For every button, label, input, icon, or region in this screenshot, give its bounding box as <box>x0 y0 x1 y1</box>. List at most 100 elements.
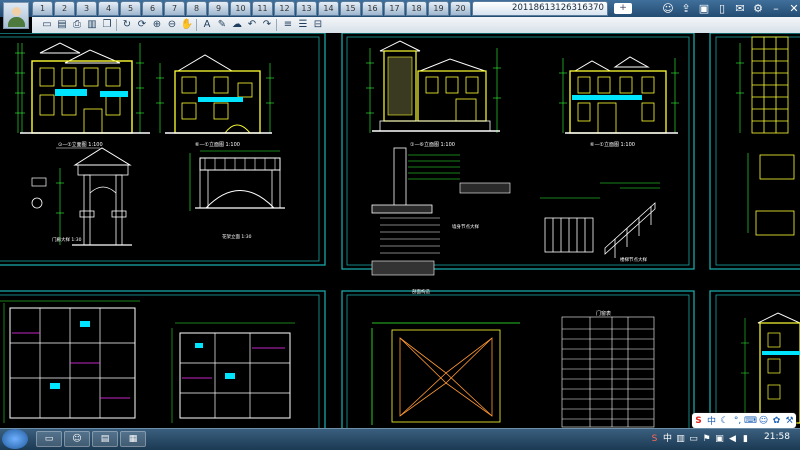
tab-document-5[interactable]: 5 <box>120 1 141 16</box>
taskbar: ▭ ☺ ▤ ▦ S 中 ▥ ▭ ⚑ ▣ ◀ ▮ 21:58 <box>0 428 800 450</box>
tab-active-label: 20118613126316370​76.dwg* <box>512 3 604 13</box>
elevation-strip <box>751 36 795 236</box>
door-window-table <box>561 316 655 428</box>
pan-icon[interactable]: ✋ <box>180 18 194 31</box>
drawing-title-10: 门窗表 <box>596 310 611 317</box>
avatar-head-icon <box>12 7 21 16</box>
tab-document-16[interactable]: 16 <box>362 1 383 16</box>
share-icon[interactable]: ⇪ <box>678 1 694 16</box>
tab-document-11[interactable]: 11 <box>252 1 273 16</box>
tab-document-8[interactable]: 8 <box>186 1 207 16</box>
drawing-canvas[interactable]: ⊙—①立面图 1:100 ⑥—①立面图 1:100 ①—⑥立面图 1:100 ⑥… <box>0 33 800 428</box>
tab-document-15[interactable]: 15 <box>340 1 361 16</box>
tab-document-17[interactable]: 17 <box>384 1 405 16</box>
new-tab-button[interactable]: + <box>614 3 632 14</box>
tab-document-2[interactable]: 2 <box>54 1 75 16</box>
rotate-icon[interactable]: ↻ <box>120 18 134 31</box>
zoom-in-icon[interactable]: ⊕ <box>150 18 164 31</box>
zoom-out-icon[interactable]: ⊖ <box>165 18 179 31</box>
layer-stack-icon[interactable]: ☰ <box>296 18 310 31</box>
print-preview-icon[interactable]: ▥ <box>85 18 99 31</box>
save-icon[interactable]: ▤ <box>55 18 69 31</box>
taskbar-clock[interactable]: 21:58 <box>764 432 790 442</box>
drawing-title-3: ①—⑥立面图 1:100 <box>410 141 455 148</box>
tab-document-4[interactable]: 4 <box>98 1 119 16</box>
monitor-icon[interactable]: ▭ <box>687 432 700 446</box>
system-tray: S 中 ▥ ▭ ⚑ ▣ ◀ ▮ <box>648 432 752 446</box>
print-icon[interactable]: ⎙ <box>70 18 84 31</box>
tab-document-3[interactable]: 3 <box>76 1 97 16</box>
taskbar-avatar-app-button[interactable]: ☺ <box>64 431 90 447</box>
taskbar-explorer-button[interactable]: ▭ <box>36 431 62 447</box>
taskbar-paint-button[interactable]: ▦ <box>120 431 146 447</box>
tab-document-10[interactable]: 10 <box>230 1 251 16</box>
flag-icon[interactable]: ⚑ <box>700 432 713 446</box>
skin-icon[interactable]: ✿ <box>770 416 783 426</box>
sheet-frame-3 <box>709 33 800 270</box>
avatar-body-icon <box>8 17 25 27</box>
folder-icon[interactable]: ▣ <box>696 1 712 16</box>
moon-icon[interactable]: ☾ <box>718 416 731 426</box>
cloud-icon[interactable]: ☁ <box>230 18 244 31</box>
sogou-tray-icon[interactable]: S <box>648 432 661 446</box>
measure-icon[interactable]: ⊟ <box>311 18 325 31</box>
close-icon[interactable]: ✕ <box>786 1 800 16</box>
battery-icon[interactable]: ▮ <box>739 432 752 446</box>
drawing-title-9: 剖面构造 <box>412 288 430 295</box>
porch-detail: 门廊大样 1:30 <box>31 147 132 246</box>
tab-document-20[interactable]: 20 <box>450 1 471 16</box>
ime-toolbar[interactable]: S 中 ☾ °, ⌨ ☺ ✿ ⚒ <box>692 413 796 428</box>
chat-icon[interactable]: ✉ <box>732 1 748 16</box>
drawing-title-2: ⑥—①立面图 1:100 <box>195 141 240 148</box>
sheet-frame-5 <box>341 290 695 428</box>
pergola-elevation: 花架立面 1:30 <box>189 150 285 240</box>
tab-active-file[interactable]: 20118613126316370​76.dwg* <box>472 1 608 16</box>
undo-icon[interactable]: ↶ <box>245 18 259 31</box>
document-tabs: 12345678910111213141516171819202122 <box>32 1 516 16</box>
drawing-title-6: 花架立面 1:30 <box>222 233 252 240</box>
ime-tray-icon[interactable]: 中 <box>661 432 674 446</box>
elevation-3: ①—⑥立面图 1:100 <box>366 40 501 148</box>
phone-icon[interactable]: ▯ <box>714 1 730 16</box>
elevation-1: ⊙—①立面图 1:100 <box>15 42 150 149</box>
floor-plan-1 <box>0 300 140 423</box>
tab-document-1[interactable]: 1 <box>32 1 53 16</box>
tab-document-14[interactable]: 14 <box>318 1 339 16</box>
start-button[interactable] <box>2 429 28 449</box>
redo-icon[interactable]: ↷ <box>260 18 274 31</box>
text-icon[interactable]: A <box>200 18 214 31</box>
sogou-icon[interactable]: S <box>692 416 705 426</box>
tab-document-18[interactable]: 18 <box>406 1 427 16</box>
toolbar: ▭ ▤ ⎙ ▥ ❐ ↻ ⟳ ⊕ ⊖ ✋ A ✎ ☁ ↶ ↷ ≡ ☰ ⊟ <box>32 17 800 34</box>
refresh-icon[interactable]: ⟳ <box>135 18 149 31</box>
open-icon[interactable]: ▭ <box>40 18 54 31</box>
ime-mode-label[interactable]: 中 <box>705 414 718 427</box>
tab-document-7[interactable]: 7 <box>164 1 185 16</box>
elevation-2: ⑥—①立面图 1:100 <box>156 54 274 148</box>
network-tray-icon[interactable]: ▣ <box>713 432 726 446</box>
tab-document-13[interactable]: 13 <box>296 1 317 16</box>
volume-icon[interactable]: ◀ <box>726 432 739 446</box>
minimize-icon[interactable]: – <box>768 1 784 16</box>
cad-drawing: ⊙—①立面图 1:100 ⑥—①立面图 1:100 ①—⑥立面图 1:100 ⑥… <box>0 33 800 428</box>
drawing-title-8: 楼梯节点大样 <box>620 256 647 263</box>
tab-document-19[interactable]: 19 <box>428 1 449 16</box>
tab-document-12[interactable]: 12 <box>274 1 295 16</box>
people-icon[interactable]: ☺ <box>660 1 676 16</box>
punctuation-icon[interactable]: °, <box>731 416 744 426</box>
elevation-4: ⑥—①立面图 1:100 <box>559 56 679 148</box>
pen-icon[interactable]: ✎ <box>215 18 229 31</box>
user-icon[interactable]: ☺ <box>757 416 770 426</box>
copy-icon[interactable]: ❐ <box>100 18 114 31</box>
tools-icon[interactable]: ⚒ <box>783 416 796 426</box>
tab-document-6[interactable]: 6 <box>142 1 163 16</box>
taskbar-books-button[interactable]: ▤ <box>92 431 118 447</box>
settings-icon[interactable]: ⚙ <box>750 1 766 16</box>
user-avatar[interactable] <box>3 2 29 29</box>
keyboard-icon[interactable]: ⌨ <box>744 416 757 426</box>
tab-document-9[interactable]: 9 <box>208 1 229 16</box>
floor-plan-2 <box>171 322 295 423</box>
network-icon[interactable]: ▥ <box>674 432 687 446</box>
layer-icon[interactable]: ≡ <box>281 18 295 31</box>
top-right-icons: ☺ ⇪ ▣ ▯ ✉ ⚙ – ✕ <box>660 1 800 16</box>
